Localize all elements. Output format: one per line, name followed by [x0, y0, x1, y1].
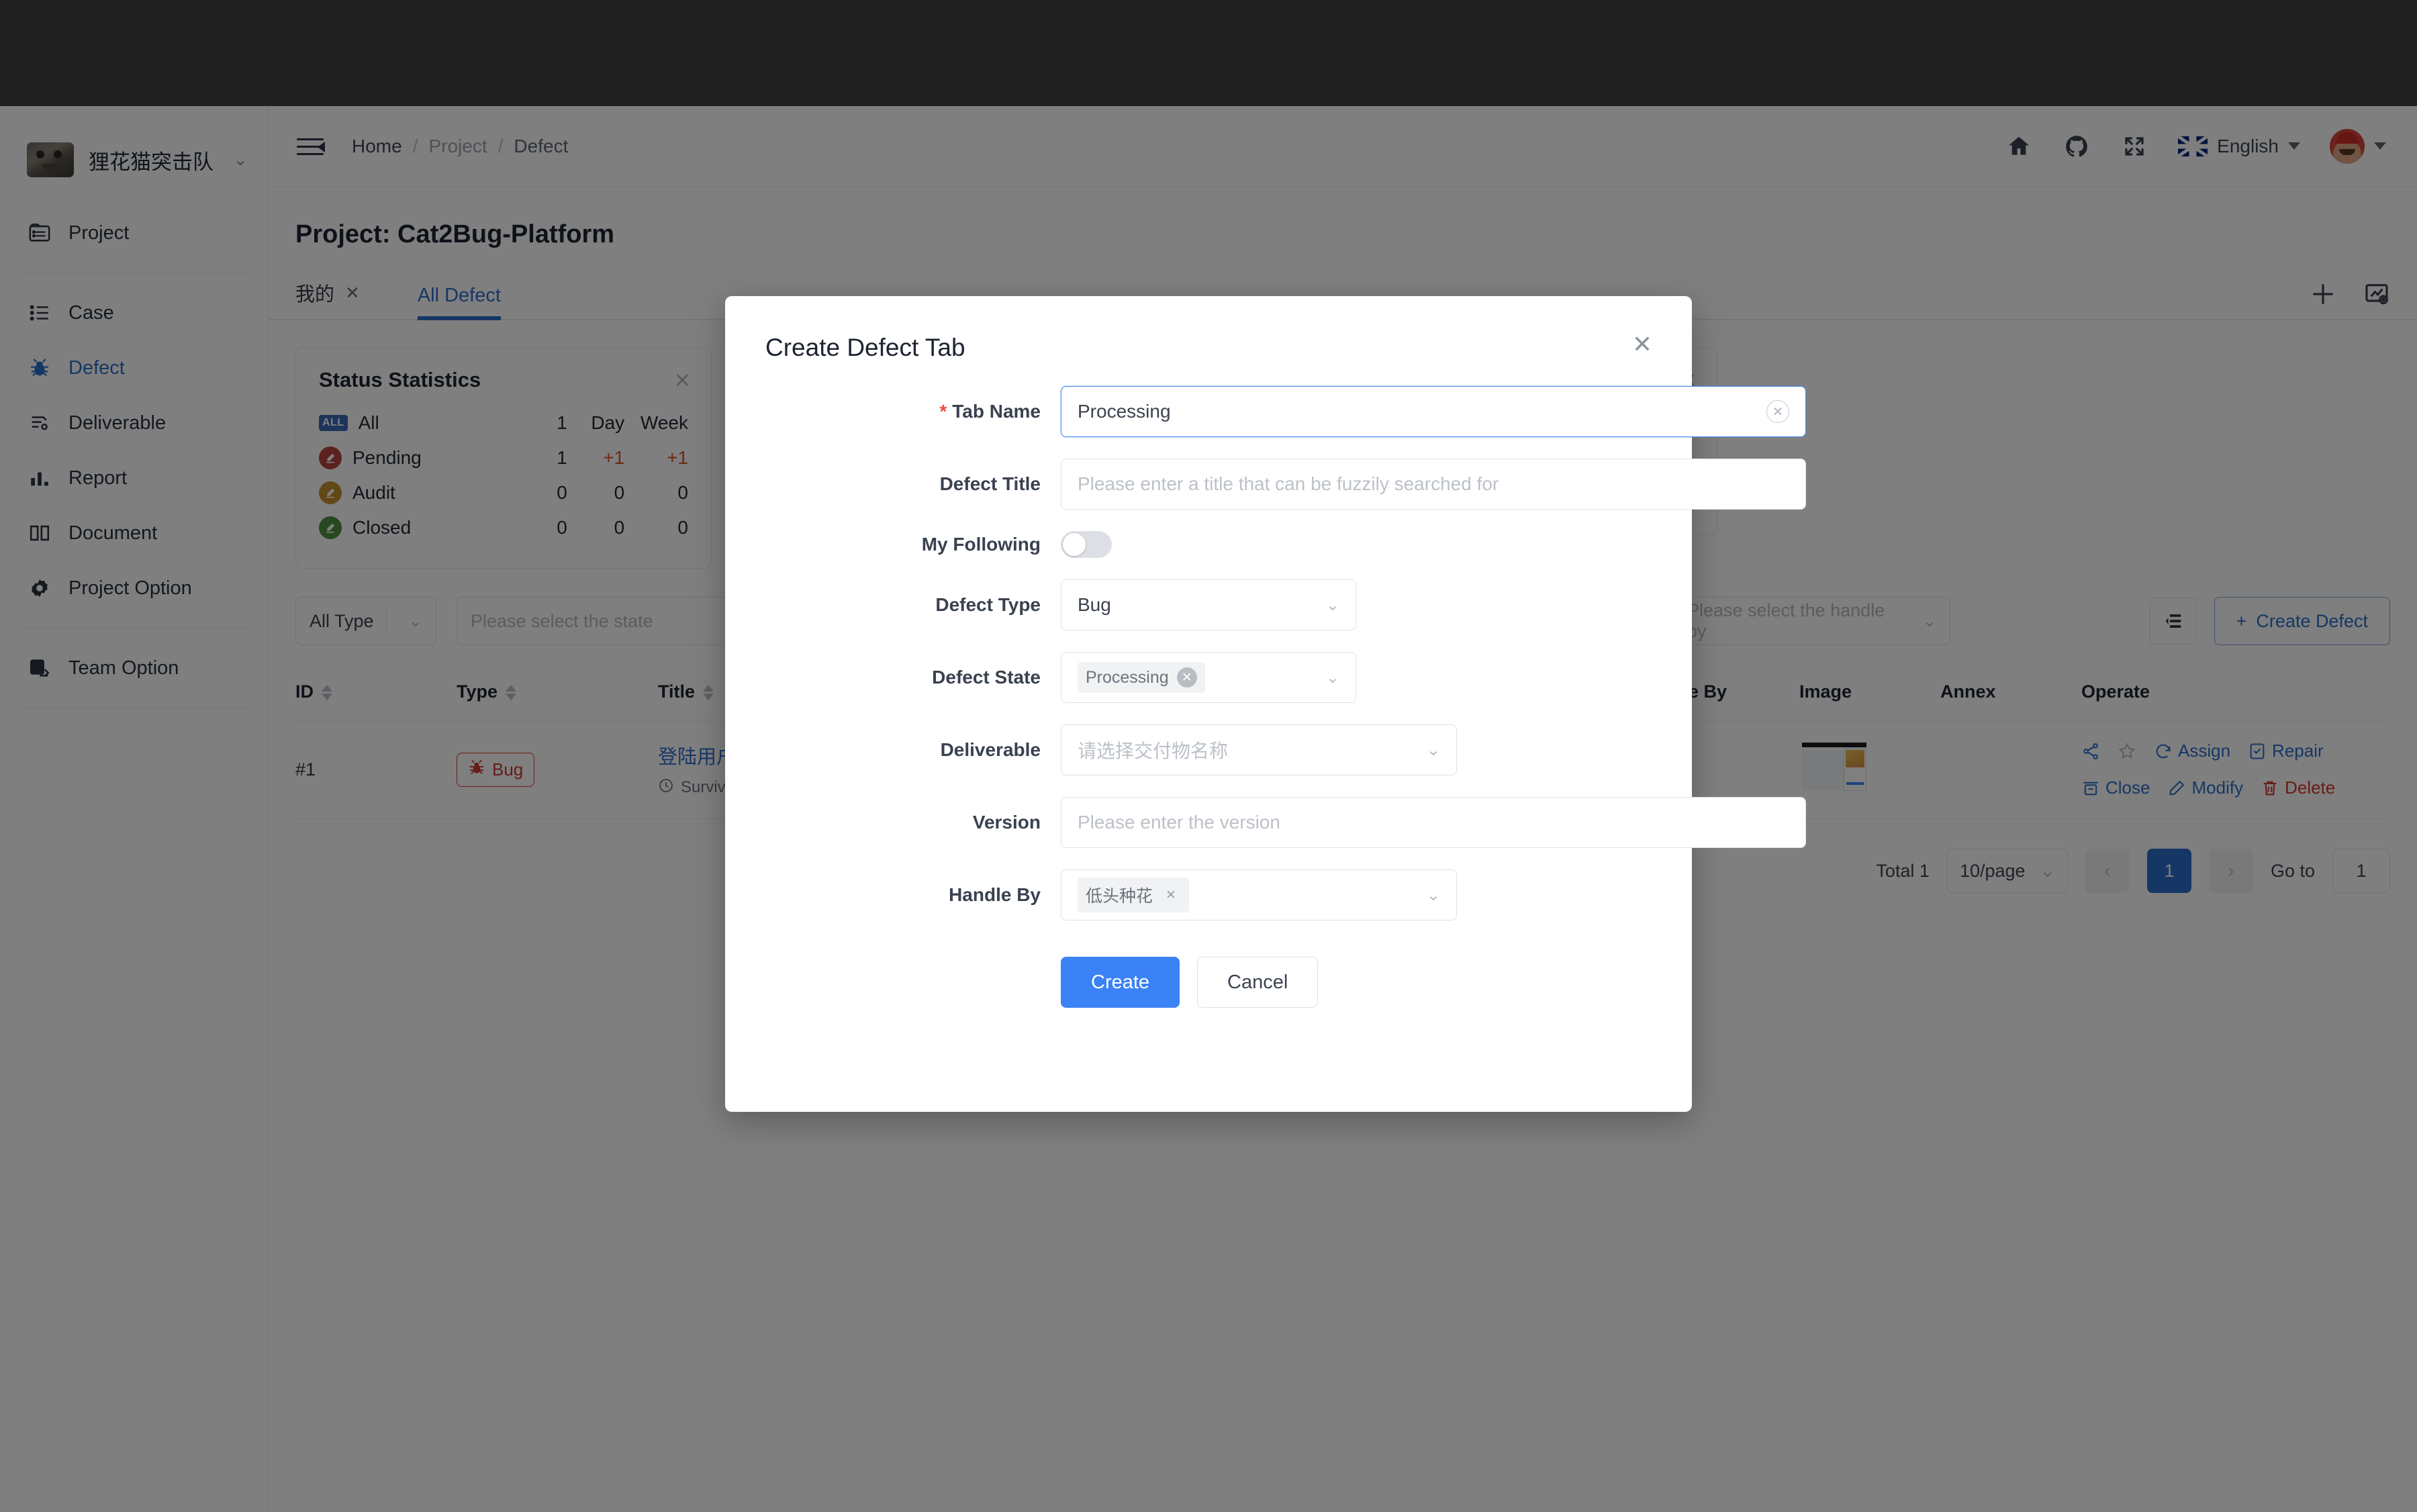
application-viewport: 狸花猫突击队 ⌄ Project: [0, 106, 2417, 1512]
defect-type-select[interactable]: Bug ⌄: [1061, 579, 1356, 630]
defect-type-value: Bug: [1078, 594, 1111, 615]
cancel-button[interactable]: Cancel: [1197, 957, 1319, 1008]
chip-remove-icon[interactable]: ✕: [1161, 885, 1181, 905]
tab-name-value: Processing: [1078, 401, 1171, 422]
field-label: Version: [972, 812, 1041, 833]
clear-circle-icon[interactable]: ✕: [1766, 400, 1789, 423]
deliverable-placeholder: 请选择交付物名称: [1078, 741, 1229, 761]
field-version: Version Please enter the version: [725, 797, 1806, 848]
field-label: My Following: [921, 534, 1041, 555]
field-label: Handle By: [949, 884, 1041, 905]
close-icon[interactable]: ✕: [1627, 331, 1657, 361]
chip-remove-icon[interactable]: ✕: [1176, 667, 1197, 688]
field-label: * Tab Name: [939, 401, 1041, 422]
chevron-down-icon: ⌄: [1325, 596, 1339, 614]
field-handle-by: Handle By 低头种花 ✕ ⌄: [725, 869, 1652, 920]
field-defect-title: Defect Title Please enter a title that c…: [725, 459, 1806, 510]
defect-title-input[interactable]: Please enter a title that can be fuzzily…: [1061, 459, 1806, 510]
dialog-actions: Create Cancel: [725, 942, 1652, 1008]
deliverable-select[interactable]: 请选择交付物名称 ⌄: [1061, 724, 1457, 775]
dialog-title: Create Defect Tab: [765, 334, 965, 361]
chevron-down-icon: ⌄: [1426, 886, 1440, 904]
handle-by-select[interactable]: 低头种花 ✕ ⌄: [1061, 869, 1457, 920]
defect-title-placeholder: Please enter a title that can be fuzzily…: [1078, 473, 1499, 494]
version-input[interactable]: Please enter the version: [1061, 797, 1806, 848]
field-my-following: My Following: [725, 531, 1652, 558]
field-label: Defect State: [932, 667, 1041, 688]
field-deliverable: Deliverable 请选择交付物名称 ⌄: [725, 724, 1652, 775]
screenshot-root: 狸花猫突击队 ⌄ Project: [0, 0, 2417, 1512]
field-label: Defect Type: [935, 594, 1041, 615]
field-label: Deliverable: [940, 739, 1041, 760]
field-defect-state: Defect State Processing ✕ ⌄: [725, 652, 1652, 703]
my-following-toggle[interactable]: [1061, 531, 1112, 558]
handle-by-chip: 低头种花 ✕: [1078, 878, 1190, 912]
chevron-down-icon: ⌄: [1325, 668, 1339, 687]
defect-state-chip: Processing ✕: [1078, 662, 1205, 693]
field-label: Defect Title: [939, 473, 1041, 494]
chip-label: 低头种花: [1086, 887, 1153, 906]
dialog-form: * Tab Name Processing ✕ Defect Title Plea…: [725, 362, 1806, 1008]
dialog-header: Create Defect Tab ✕: [725, 296, 1692, 362]
browser-chrome-bar: [0, 0, 2417, 106]
chip-label: Processing: [1086, 667, 1169, 687]
field-defect-type: Defect Type Bug ⌄: [725, 579, 1652, 630]
field-tab-name: * Tab Name Processing ✕: [725, 386, 1806, 437]
create-defect-tab-dialog: Create Defect Tab ✕ * Tab Name Processing…: [725, 296, 1806, 1112]
required-asterisk: *: [939, 401, 947, 422]
defect-state-select[interactable]: Processing ✕ ⌄: [1061, 652, 1356, 703]
chevron-down-icon: ⌄: [1426, 741, 1440, 759]
version-placeholder: Please enter the version: [1078, 812, 1280, 833]
tab-name-input[interactable]: Processing ✕: [1061, 386, 1806, 437]
create-button[interactable]: Create: [1061, 957, 1180, 1008]
